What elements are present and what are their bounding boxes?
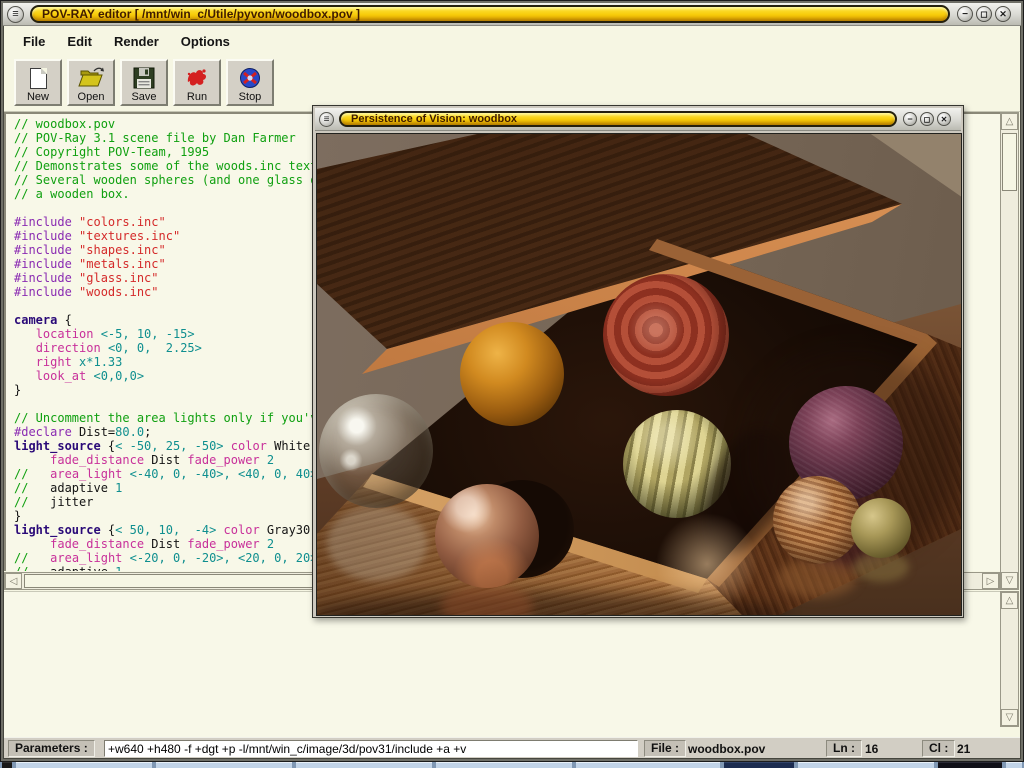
minimize-button[interactable]: −	[903, 112, 917, 126]
scroll-up-icon[interactable]: △	[1001, 113, 1018, 130]
window-menu-icon: ≡	[324, 114, 330, 125]
window-controls: − ◻ ✕	[957, 6, 1011, 22]
render-image-frame	[316, 133, 962, 616]
file-label: File :	[644, 740, 686, 757]
menu-edit[interactable]: Edit	[64, 32, 95, 51]
taskbar-button[interactable]	[1006, 762, 1022, 768]
new-button-label: New	[27, 91, 49, 103]
window-title: POV-RAY editor [ /mnt/win_c/Utile/pyvon/…	[42, 7, 360, 21]
taskbar-button[interactable]	[16, 762, 152, 768]
amber-wood-sphere	[460, 322, 564, 426]
save-button-label: Save	[131, 91, 156, 103]
titlebar[interactable]: ≡ POV-RAY editor [ /mnt/win_c/Utile/pyvo…	[3, 3, 1021, 26]
close-button[interactable]: ✕	[937, 112, 951, 126]
maximize-button[interactable]: ◻	[920, 112, 934, 126]
taskbar-button-active[interactable]	[724, 762, 794, 768]
glass-sphere-reflection	[327, 506, 427, 581]
file-value: woodbox.pov	[688, 742, 765, 756]
panel-vscrollbar[interactable]: △ ▽	[1000, 591, 1019, 727]
run-button[interactable]: Run	[173, 59, 221, 106]
maximize-icon: ◻	[980, 9, 987, 20]
small-oak-sphere	[773, 476, 861, 564]
new-button[interactable]: New	[14, 59, 62, 106]
open-button[interactable]: Open	[67, 59, 115, 106]
render-image	[317, 134, 961, 615]
menu-file[interactable]: File	[20, 32, 48, 51]
open-button-label: Open	[78, 91, 105, 103]
line-label: Ln :	[826, 740, 862, 757]
taskbar-button[interactable]	[156, 762, 292, 768]
render-window-menu-button[interactable]: ≡	[319, 112, 334, 127]
window-menu-icon: ≡	[12, 8, 18, 20]
red-ringed-wood-sphere	[603, 274, 729, 396]
save-button[interactable]: Save	[120, 59, 168, 106]
parameters-label: Parameters :	[8, 740, 95, 757]
close-icon: ✕	[941, 115, 948, 124]
parameters-input[interactable]	[104, 740, 638, 757]
run-button-label: Run	[187, 91, 207, 103]
menubar: File Edit Render Options	[4, 27, 1020, 55]
window-title-pill: POV-RAY editor [ /mnt/win_c/Utile/pyvon/…	[30, 5, 950, 23]
scroll-down-icon[interactable]: ▽	[1001, 709, 1018, 726]
render-window-title: Persistence of Vision: woodbox	[351, 113, 517, 125]
oak-sphere-reflection	[777, 558, 857, 598]
taskbar-button[interactable]	[576, 762, 720, 768]
render-window-controls: − ◻ ✕	[903, 112, 951, 126]
maximize-button[interactable]: ◻	[976, 6, 992, 22]
taskbar-button[interactable]	[296, 762, 432, 768]
minimize-button[interactable]: −	[957, 6, 973, 22]
save-floppy-icon	[133, 65, 155, 91]
scroll-up-icon[interactable]: △	[1001, 592, 1018, 609]
new-file-icon	[30, 65, 47, 91]
editor-vscroll-thumb[interactable]	[1002, 133, 1017, 191]
minimize-icon: −	[962, 9, 968, 20]
render-titlebar[interactable]: ≡ Persistence of Vision: woodbox − ◻ ✕	[315, 108, 961, 131]
menu-render[interactable]: Render	[111, 32, 162, 51]
editor-vscrollbar[interactable]: △ ▽	[1000, 112, 1019, 590]
toolbar: New Open	[4, 55, 1020, 112]
taskbar-button[interactable]	[436, 762, 572, 768]
stop-povray-icon	[238, 65, 262, 91]
menu-options[interactable]: Options	[178, 32, 233, 51]
taskbar-button[interactable]	[938, 762, 1002, 768]
taskbar-button[interactable]	[2, 762, 12, 768]
taskbar-sliver	[0, 762, 1024, 768]
open-folder-icon	[78, 65, 104, 91]
line-value: 16	[865, 742, 878, 756]
column-label: Cl :	[922, 740, 955, 757]
stop-button-label: Stop	[239, 91, 262, 103]
statusbar: Parameters : File : woodbox.pov Ln : 16 …	[4, 737, 1020, 758]
copper-sphere	[435, 484, 539, 588]
window-menu-button[interactable]: ≡	[7, 6, 24, 23]
column-value: 21	[957, 742, 970, 756]
minimize-icon: −	[907, 114, 912, 124]
taskbar-button[interactable]	[798, 762, 934, 768]
close-button[interactable]: ✕	[995, 6, 1011, 22]
render-window[interactable]: ≡ Persistence of Vision: woodbox − ◻ ✕	[312, 105, 964, 618]
run-povray-icon	[185, 65, 209, 91]
stop-button[interactable]: Stop	[226, 59, 274, 106]
glass-sphere	[319, 394, 433, 508]
scroll-right-icon[interactable]: ▷	[982, 573, 999, 589]
close-icon: ✕	[999, 9, 1007, 20]
small-olive-sphere	[851, 498, 911, 558]
scroll-left-icon[interactable]: ◁	[5, 573, 22, 589]
render-title-pill: Persistence of Vision: woodbox	[339, 111, 897, 127]
scroll-down-icon[interactable]: ▽	[1001, 572, 1018, 589]
maximize-icon: ◻	[924, 115, 931, 124]
